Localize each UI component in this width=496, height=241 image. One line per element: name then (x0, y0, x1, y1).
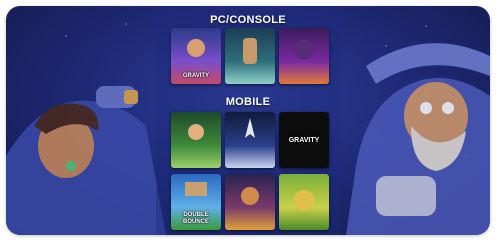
mobile-heading: MOBILE (225, 96, 271, 108)
game-tile-mobile-6[interactable] (279, 174, 329, 230)
game-logo: DOUBLE BOUNCE (182, 212, 209, 225)
game-tile-mobile-5[interactable] (225, 174, 275, 230)
game-logo: GRAVITY (182, 72, 210, 79)
game-tile-pc-3[interactable] (279, 28, 329, 84)
game-tile-pc-2[interactable] (225, 28, 275, 84)
game-logo: GRAVITY (288, 136, 320, 144)
game-tile-mobile-3[interactable]: GRAVITY (279, 112, 329, 168)
game-tile-pc-1[interactable]: GRAVITY (171, 28, 221, 84)
game-tile-mobile-1[interactable] (171, 112, 221, 168)
game-showcase-banner: PC/CONSOLE MOBILE GRAVITY GRAVITY DOUBLE… (6, 6, 490, 235)
right-hero-illustration (346, 43, 490, 235)
left-hero-illustration (6, 86, 166, 235)
game-tile-mobile-4[interactable]: DOUBLE BOUNCE (171, 174, 221, 230)
pc-console-heading: PC/CONSOLE (210, 14, 286, 26)
game-tile-mobile-2[interactable] (225, 112, 275, 168)
